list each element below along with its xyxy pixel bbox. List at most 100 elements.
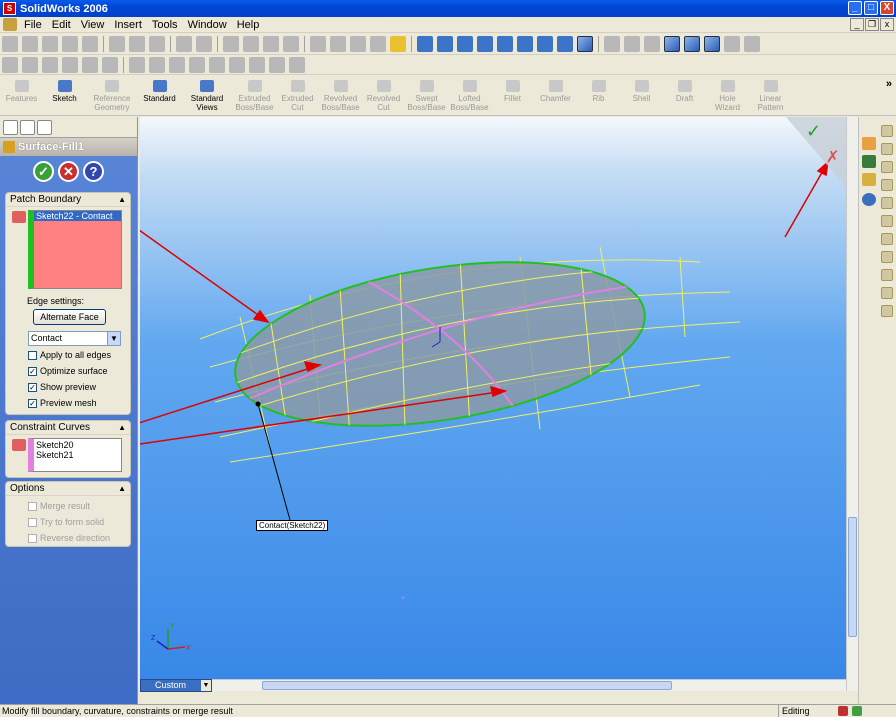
zoom-to-selection-icon[interactable] [497,35,513,52]
circle-icon[interactable] [22,56,38,73]
help-button[interactable]: ? [83,160,104,182]
zoom-to-area-icon[interactable] [457,35,473,52]
arc-icon[interactable] [82,56,98,73]
chevron-down-icon[interactable]: ▼ [201,680,211,691]
thicken-icon[interactable] [881,305,893,317]
shadows-icon[interactable] [704,35,720,52]
list-item[interactable]: Sketch21 [36,450,121,460]
point-icon[interactable] [229,56,245,73]
cmd-hole-wizard[interactable]: Hole Wizard [706,76,749,116]
cmd-swept-boss[interactable]: Swept Boss/Base [405,76,448,116]
sketch-fillet-icon[interactable] [209,56,225,73]
print-preview-icon[interactable] [82,35,98,52]
menu-tools[interactable]: Tools [147,19,183,31]
offset-surface-icon[interactable] [881,197,893,209]
print-icon[interactable] [62,35,78,52]
collapse-chevron-icon[interactable]: ▲ [118,423,126,432]
polygon-icon[interactable] [42,56,58,73]
grid-icon[interactable] [310,35,326,52]
doc-minimize-button[interactable]: _ [850,18,864,31]
optimize-surface-checkbox[interactable]: ✓ Optimize surface [28,366,108,376]
contact-callout[interactable]: Contact(Sketch22) [256,520,329,531]
checkbox-box[interactable] [28,533,37,543]
pan-icon[interactable] [537,35,553,52]
alternate-face-button[interactable]: Alternate Face [33,309,106,325]
scroll-thumb[interactable] [262,681,672,690]
hidden-lines-removed-icon[interactable] [644,35,660,52]
menu-window[interactable]: Window [183,19,232,31]
graphics-area[interactable]: Y X Z + ✓ ✗ [140,117,846,679]
rebuild-icon[interactable] [243,35,259,52]
open-icon[interactable] [22,35,38,52]
cmd-standard[interactable]: Standard [138,76,181,116]
doc-close-button[interactable]: x [880,18,894,31]
constraint-curves-header[interactable]: Constraint Curves ▲ [6,421,130,435]
command-manager-overflow[interactable]: » [858,76,896,116]
show-preview-checkbox[interactable]: ✓ Show preview [28,382,96,392]
macro-icon[interactable] [330,35,346,52]
reverse-direction-checkbox[interactable]: Reverse direction [28,533,110,543]
list-item[interactable]: Sketch20 [36,440,121,450]
cut-icon[interactable] [109,35,125,52]
copy-icon[interactable] [129,35,145,52]
scroll-thumb[interactable] [848,517,857,637]
new-icon[interactable] [2,35,18,52]
section-view-icon[interactable] [724,35,740,52]
apply-to-all-edges-checkbox[interactable]: Apply to all edges [28,350,111,360]
ok-button[interactable]: ✓ [33,160,54,182]
preview-mesh-checkbox[interactable]: ✓ Preview mesh [28,398,97,408]
checkbox-box[interactable]: ✓ [28,366,37,376]
cmd-sketch[interactable]: Sketch [43,76,86,116]
rotate-view-icon[interactable] [517,35,533,52]
cancel-button[interactable]: ✕ [58,160,79,182]
trim-icon[interactable] [129,56,145,73]
shaded-with-edges-icon[interactable] [664,35,680,52]
extrude-icon[interactable] [881,125,893,137]
feature-manager-tab-icon[interactable] [3,119,18,135]
centerline-icon[interactable] [62,56,78,73]
checkbox-box[interactable] [28,517,37,527]
cmd-reference-geometry[interactable]: Reference Geometry [86,76,138,116]
question-help-icon[interactable] [852,706,862,716]
previous-view-icon[interactable] [557,35,573,52]
cmd-linear-pattern[interactable]: Linear Pattern [749,76,792,116]
view-orientation-icon[interactable] [577,35,593,52]
cmd-extruded-cut[interactable]: Extruded Cut [276,76,319,116]
chevron-down-icon[interactable]: ▼ [107,332,120,345]
select-icon[interactable] [223,35,239,52]
display-icon[interactable] [370,35,386,52]
extend-surface-icon[interactable] [881,287,893,299]
options-icon[interactable] [283,35,299,52]
undo-icon[interactable] [176,35,192,52]
cmd-standard-views[interactable]: Standard Views [181,76,233,116]
design-library-icon[interactable] [862,155,876,168]
menu-help[interactable]: Help [232,19,265,31]
selection-filter-icon[interactable] [417,35,433,52]
planar-surface-icon[interactable] [881,215,893,227]
try-to-form-solid-checkbox[interactable]: Try to form solid [28,517,104,527]
constraint-curves-list[interactable]: Sketch20 Sketch21 [28,438,122,472]
linear-pattern-sketch-icon[interactable] [269,56,285,73]
checkbox-box[interactable]: ✓ [28,398,37,408]
merge-result-checkbox[interactable]: Merge result [28,501,90,511]
checkbox-box[interactable] [28,501,37,511]
revolve-icon[interactable] [881,143,893,155]
sweep-icon[interactable] [881,161,893,173]
zoom-in-out-icon[interactable] [477,35,493,52]
line-icon[interactable] [2,56,18,73]
redo-icon[interactable] [196,35,212,52]
cmd-extruded-boss[interactable]: Extruded Boss/Base [233,76,276,116]
fill-surface-icon[interactable] [881,233,893,245]
patch-boundary-list[interactable]: Sketch22 - Contact [28,210,122,289]
smart-dimension-icon[interactable] [289,56,305,73]
view-tab[interactable]: Custom ▼ [140,679,212,692]
spline-icon[interactable] [102,56,118,73]
realview-icon[interactable] [744,35,760,52]
options-header[interactable]: Options ▲ [6,482,130,496]
hidden-lines-visible-icon[interactable] [624,35,640,52]
shaded-icon[interactable] [684,35,700,52]
menu-insert[interactable]: Insert [109,19,147,31]
cmd-chamfer[interactable]: Chamfer [534,76,577,116]
minimize-button[interactable]: _ [848,1,862,15]
expand-pane-icon[interactable] [862,193,876,206]
